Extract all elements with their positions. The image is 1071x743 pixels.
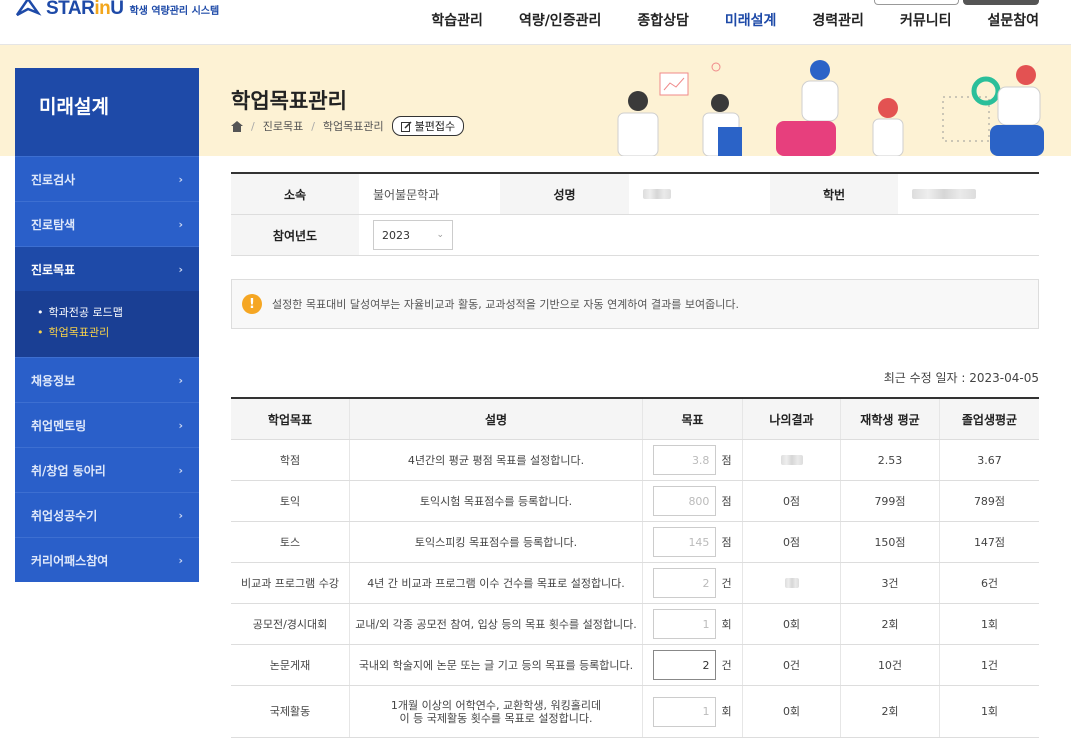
sidebar-item-club[interactable]: 취/창업 동아리 › bbox=[15, 447, 199, 492]
year-select[interactable]: 2023 ⌄ bbox=[373, 220, 453, 250]
year-label: 참여년도 bbox=[231, 215, 359, 255]
target-input[interactable]: 1 bbox=[653, 609, 717, 639]
chevron-right-icon: › bbox=[178, 262, 183, 276]
student-id-label: 학번 bbox=[770, 174, 898, 214]
sidebar-item-mentoring[interactable]: 취업멘토링 › bbox=[15, 402, 199, 447]
main-nav: 학습관리 역량/인증관리 종합상담 미래설계 경력관리 커뮤니티 설문참여 bbox=[395, 10, 1039, 30]
breadcrumb-item[interactable]: 학업목표관리 bbox=[323, 118, 384, 134]
col-goal: 학업목표 bbox=[231, 399, 350, 439]
student-id-value bbox=[898, 174, 1039, 214]
name-label: 성명 bbox=[500, 174, 629, 214]
nav-item-counseling[interactable]: 종합상담 bbox=[637, 10, 689, 30]
nav-item-career[interactable]: 경력관리 bbox=[812, 10, 864, 30]
table-row: 국제활동 1개월 이상의 어학연수, 교환학생, 워킹홀리데이 등 국제활동 횟… bbox=[231, 686, 1039, 738]
sidebar-item-success-stories[interactable]: 취업성공수기 › bbox=[15, 492, 199, 537]
nav-item-study[interactable]: 학습관리 bbox=[431, 10, 483, 30]
nav-item-community[interactable]: 커뮤니티 bbox=[900, 10, 952, 30]
sidebar-item-career-goal[interactable]: 진로목표 › bbox=[15, 246, 199, 291]
breadcrumb-item[interactable]: 진로목표 bbox=[263, 118, 303, 134]
col-current-avg: 재학생 평균 bbox=[841, 399, 940, 439]
table-row: 토스 토익스피킹 목표점수를 등록합니다. 145 점 0점 150점 147점 bbox=[231, 522, 1039, 563]
target-input[interactable]: 3.8 bbox=[653, 445, 717, 475]
home-icon[interactable] bbox=[231, 120, 243, 132]
alert-icon: ! bbox=[242, 294, 262, 314]
redacted-text bbox=[780, 455, 803, 465]
target-input[interactable]: 2 bbox=[653, 650, 717, 680]
name-value bbox=[629, 174, 770, 214]
submenu-item-roadmap[interactable]: 학과전공 로드맵 bbox=[37, 303, 199, 323]
submenu-item-goal-mgmt[interactable]: 학업목표관리 bbox=[37, 323, 199, 343]
chevron-right-icon: › bbox=[178, 373, 183, 387]
edit-icon bbox=[400, 120, 412, 132]
sidebar-item-career-test[interactable]: 진로검사 › bbox=[15, 156, 199, 201]
last-modified: 최근 수정 일자 : 2023-04-05 bbox=[883, 371, 1039, 385]
notice-text: 설정한 목표대비 달성여부는 자율비교과 활동, 교과성적을 기반으로 자동 연… bbox=[272, 298, 739, 311]
sidebar-submenu: 학과전공 로드맵 학업목표관리 bbox=[15, 291, 199, 357]
sidebar: 미래설계 진로검사› 진로탐색› 진로목표› 학과전공 로드맵 학업목표관리 채… bbox=[15, 68, 199, 582]
col-grad-avg: 졸업생평균 bbox=[961, 412, 1018, 427]
top-header: STARinU 학생 역량관리 시스템 학습관리 역량/인증관리 종합상담 미래… bbox=[0, 0, 1071, 45]
table-header: 학업목표 설명 목표 나의결과 재학생 평균 졸업생평균 bbox=[231, 399, 1039, 440]
sidebar-item-career-path[interactable]: 커리어패스참여 › bbox=[15, 537, 199, 582]
sidebar-title: 미래설계 bbox=[15, 68, 199, 156]
table-row: 공모전/경시대회 교내/외 각종 공모전 참여, 입상 등의 목표 횟수를 설정… bbox=[231, 604, 1039, 645]
page-title: 학업목표관리 bbox=[231, 89, 347, 113]
nav-item-survey[interactable]: 설문참여 bbox=[987, 10, 1039, 30]
target-input[interactable]: 800 bbox=[653, 486, 717, 516]
table-row: 비교과 프로그램 수강 4년 간 비교과 프로그램 이수 건수를 목표로 설정합… bbox=[231, 563, 1039, 604]
redacted-text bbox=[784, 578, 799, 588]
chevron-right-icon: › bbox=[178, 418, 183, 432]
target-input[interactable]: 2 bbox=[653, 568, 717, 598]
redacted-text bbox=[643, 189, 671, 199]
chevron-right-icon: › bbox=[178, 172, 183, 186]
menu-button[interactable] bbox=[963, 0, 1039, 5]
star-logo-icon bbox=[15, 0, 42, 17]
notice-box: ! 설정한 목표대비 달성여부는 자율비교과 활동, 교과성적을 기반으로 자동… bbox=[231, 279, 1039, 329]
col-mine: 나의결과 bbox=[743, 399, 841, 439]
target-input[interactable]: 1 bbox=[653, 696, 717, 727]
chevron-right-icon: › bbox=[178, 217, 183, 231]
col-desc: 설명 bbox=[350, 399, 643, 439]
student-info-table: 소속 불어불문학과 성명 학번 참여년도 2023 ⌄ bbox=[231, 172, 1039, 256]
redacted-text bbox=[912, 189, 976, 199]
chevron-right-icon: › bbox=[178, 463, 183, 477]
complaint-button[interactable]: 불편접수 bbox=[391, 116, 465, 136]
nav-item-future[interactable]: 미래설계 bbox=[725, 10, 777, 30]
banner-illustration bbox=[617, 60, 1044, 156]
table-row: 학점 4년간의 평균 평점 목표를 설정합니다. 3.8 점 2.53 3.67 bbox=[231, 440, 1039, 481]
login-button[interactable] bbox=[874, 0, 959, 5]
target-input[interactable]: 145 bbox=[653, 527, 717, 557]
chevron-right-icon: › bbox=[178, 508, 183, 522]
goals-table: 학업목표 설명 목표 나의결과 재학생 평균 졸업생평균 학점 4년간의 평균 … bbox=[231, 397, 1039, 738]
col-target: 목표 bbox=[643, 399, 743, 439]
table-row: 논문게재 국내외 학술지에 논문 또는 글 기고 등의 목표를 등록합니다. 2… bbox=[231, 645, 1039, 686]
breadcrumb: / 진로목표 / 학업목표관리 불편접수 bbox=[231, 116, 465, 136]
dept-value: 불어불문학과 bbox=[373, 187, 440, 202]
dept-label: 소속 bbox=[231, 174, 359, 214]
table-row: 토익 토익시험 목표점수를 등록합니다. 800 점 0점 799점 789점 bbox=[231, 481, 1039, 522]
chevron-down-icon: ⌄ bbox=[436, 230, 444, 240]
chevron-right-icon: › bbox=[178, 553, 183, 567]
sidebar-item-career-explore[interactable]: 진로탐색 › bbox=[15, 201, 199, 246]
nav-item-competency[interactable]: 역량/인증관리 bbox=[519, 10, 601, 30]
sidebar-item-jobs[interactable]: 채용정보 › bbox=[15, 357, 199, 402]
logo-subtitle: 학생 역량관리 시스템 bbox=[129, 5, 220, 17]
logo[interactable]: STARinU 학생 역량관리 시스템 bbox=[14, 0, 219, 24]
